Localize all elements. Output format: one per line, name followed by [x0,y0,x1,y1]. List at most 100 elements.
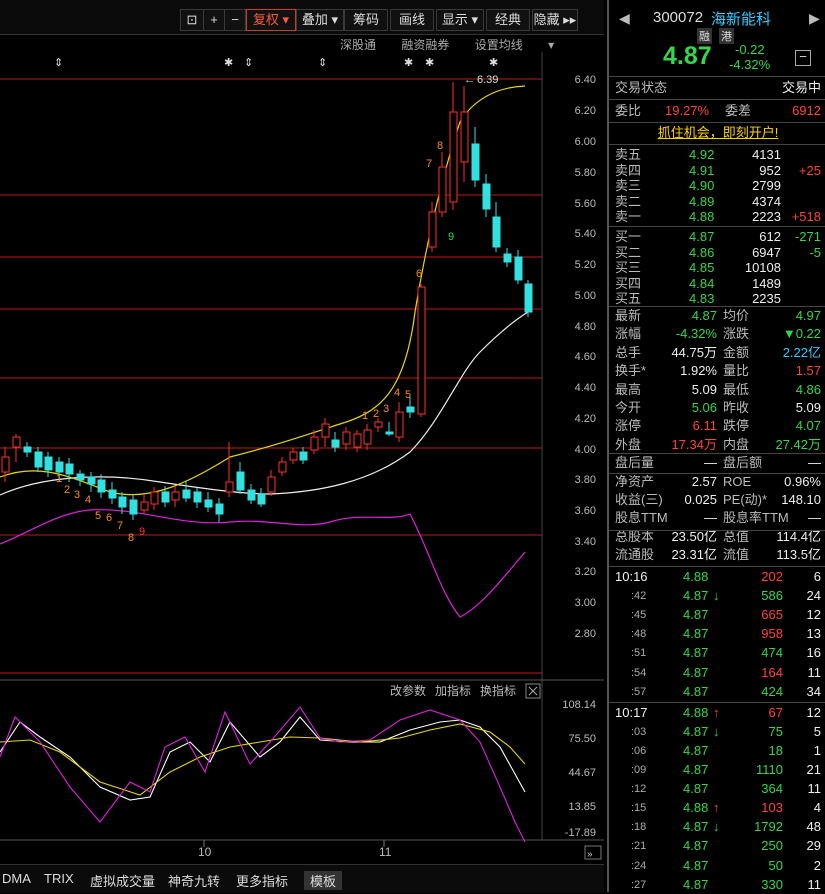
y-label: 3.80 [575,474,596,486]
chart-toolbar: ⊡ + − 复权 ▾ 叠加 ▾ 筹码 画线 显示 ▾ 经典 隐藏 ▸▸ [0,0,604,35]
stat-value: 17.34万 [671,436,717,452]
tick-row[interactable]: :12 4.87 364 11 [609,780,825,798]
bid-row[interactable]: 买三 4.85 10108 [609,260,825,276]
stat-value: 4.07 [795,418,821,434]
tab-td-nine[interactable]: 神奇九转 [168,871,220,890]
candle-body [428,211,437,248]
tick-count: 16 [806,645,821,661]
stat-label: 涨跌 [723,326,750,342]
tab-dma[interactable]: DMA [2,871,31,886]
candle-body [150,491,159,505]
tick-price: 4.87 [683,762,709,777]
next-stock-icon[interactable]: ▶ [809,10,820,27]
ind-y-label: 44.67 [568,767,596,779]
candle-body [65,463,74,475]
tick-row[interactable]: :27 4.87 330 11 [609,876,825,894]
ask-row[interactable]: 卖一 4.88 2223 +518 [609,209,825,225]
stat-value: -4.32% [675,326,717,342]
tick-row[interactable]: :51 4.87 474 16 [609,644,825,662]
tick-row[interactable]: :48 4.87 958 13 [609,625,825,643]
stat-label: 最高 [615,381,642,397]
display-button[interactable]: 显示 ▾ [436,9,484,31]
open-account-ad[interactable]: 抓住机会，即刻开户! [609,124,825,142]
tick-row[interactable]: :57 4.87 424 34 [609,683,825,701]
tick-row[interactable]: :18 4.87 ↓ 1792 48 [609,818,825,836]
tick-volume: 958 [761,626,783,642]
ask-row[interactable]: 卖三 4.90 2799 [609,178,825,194]
level-price: 4.92 [689,147,715,162]
add-indicator-link[interactable]: 加指标 [435,683,471,698]
bid-row[interactable]: 买一 4.87 612 -271 [609,229,825,245]
tick-volume: 50 [768,857,783,873]
tick-count: 48 [806,819,821,835]
stat-value: 4.97 [795,308,821,323]
kline-chart[interactable]: 6.40 6.20 6.00 5.80 5.60 5.40 5.20 5.00 … [0,52,604,892]
scroll-right-icon[interactable]: » [584,845,602,860]
stat-label: 内盘 [723,436,750,452]
tick-price: 4.88 [683,800,709,816]
bid-row[interactable]: 买二 4.86 6947 -5 [609,245,825,261]
tick-price: 4.87 [683,781,709,797]
stat-label: 量比 [723,363,750,379]
tab-more-indicators[interactable]: 更多指标 [236,871,288,890]
change-params-link[interactable]: 改参数 [390,683,426,698]
close-indicator-icon[interactable] [525,683,541,699]
candle-body [129,499,138,515]
stat-row: 最新 4.87 均价 4.97 [609,307,825,325]
tick-row[interactable]: :15 4.88 ↑ 103 4 [609,799,825,817]
prev-stock-icon[interactable]: ◀ [619,10,630,27]
stat-label: 最低 [723,381,750,397]
tick-row[interactable]: :54 4.87 164 11 [609,664,825,682]
tick-count: 1 [813,742,821,758]
ask-row[interactable]: 卖四 4.91 952 +25 [609,163,825,179]
ask-row[interactable]: 卖五 4.92 4131 [609,147,825,163]
candlesticks[interactable] [1,82,533,522]
ask-row[interactable]: 卖二 4.89 4374 [609,194,825,210]
tick-price: 4.88 [683,704,709,720]
tick-row[interactable]: :06 4.87 18 1 [609,742,825,760]
zoom-in-button[interactable]: + [203,9,225,31]
lock-icon[interactable]: ⊡ [180,9,204,31]
candle-body [204,499,213,508]
candle-body [482,183,491,210]
bid-row[interactable]: 买四 4.84 1489 [609,276,825,292]
stock-name[interactable]: 海新能科 [711,8,771,29]
classic-button[interactable]: 经典 [486,9,530,31]
tick-row[interactable]: :42 4.87 ↓ 586 24 [609,587,825,605]
minimize-button[interactable]: − [795,50,811,66]
tab-virtual-volume[interactable]: 虚拟成交量 [90,871,155,890]
tick-row[interactable]: :03 4.87 ↓ 75 5 [609,723,825,741]
chips-button[interactable]: 筹码 [344,9,388,31]
stat-value: — [808,455,821,471]
ma-settings-link[interactable]: 设置均线 ▾ [475,38,554,52]
switch-indicator-link[interactable]: 换指标 [480,683,516,698]
tick-row[interactable]: :21 4.87 250 29 [609,837,825,855]
tick-time: :27 [631,878,647,891]
tick-count: 2 [813,857,821,873]
indicator-tabs: DMA TRIX 虚拟成交量 神奇九转 更多指标 模板 [0,864,604,893]
hide-button[interactable]: 隐藏 ▸▸ [532,9,578,31]
tab-template[interactable]: 模板 [304,871,343,890]
tab-trix[interactable]: TRIX [44,871,74,886]
td-label: 7 [426,158,432,170]
tick-row[interactable]: :45 4.87 665 12 [609,606,825,624]
tick-row[interactable]: :24 4.87 50 2 [609,857,825,875]
tick-arrow: ↓ [713,723,720,739]
tick-row[interactable]: 10:17 4.88 ↑ 67 12 [609,704,825,722]
candle-body [118,496,127,508]
restore-rights-button[interactable]: 复权 ▾ [246,9,296,31]
stat-row: 盘后量 — 盘后额 — [609,454,825,472]
zoom-out-button[interactable]: − [224,9,246,31]
tick-arrow: ↓ [713,588,720,604]
candle-body [417,286,426,415]
tick-row[interactable]: :09 4.87 1110 21 [609,761,825,779]
margin-link[interactable]: 融资融券 [401,38,449,52]
candle-body [87,476,96,485]
tick-row[interactable]: 10:16 4.88 202 6 [609,568,825,586]
draw-line-button[interactable]: 画线 [390,9,434,31]
event-markers[interactable]: ⇕ ✱ ⇕ ⇕ ✱ ✱ ✱ [54,57,498,69]
bid-row[interactable]: 买五 4.83 2235 [609,291,825,307]
overlay-button[interactable]: 叠加 ▾ [296,9,344,31]
td-label: 2 [64,484,70,496]
hk-connect-link[interactable]: 深股通 [340,38,376,52]
